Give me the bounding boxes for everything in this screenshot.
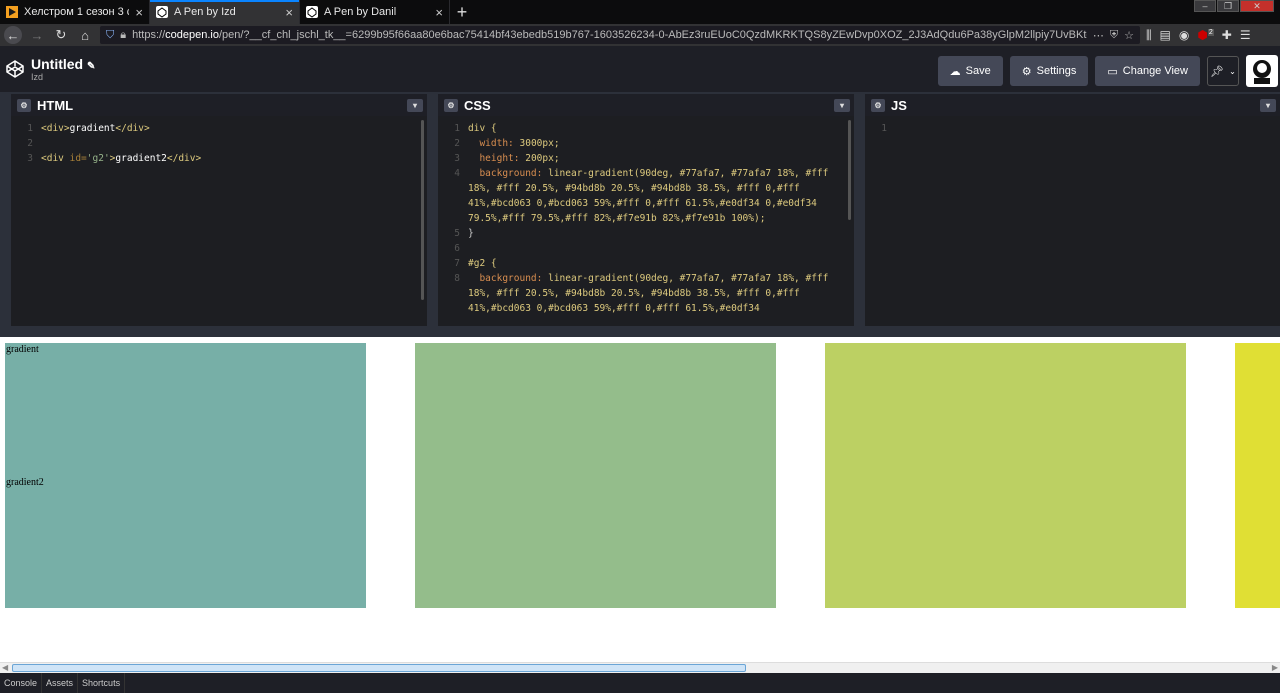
toolbar-icons: ⫼ ▤ ◉ ⬢2 ✚ ☰ [1146,28,1251,43]
bookmark-star-icon[interactable]: ☆ [1124,29,1134,42]
ublock-icon[interactable]: ⬢2 [1197,28,1214,42]
html-panel-header: ⚙ HTML ▾ [11,94,427,116]
codepen-favicon [306,6,318,18]
restore-button[interactable]: ❐ [1217,0,1239,12]
url-text: https://codepen.io/pen/?__cf_chl_jschl_t… [132,29,1087,41]
tab-pen-danil[interactable]: A Pen by Danil × [300,0,450,24]
menu-icon[interactable]: ☰ [1240,28,1251,42]
pen-author[interactable]: Izd [31,72,95,82]
user-avatar-icon [1253,60,1271,84]
console-button[interactable]: Console [0,673,43,693]
extension-badge: 2 [1207,29,1214,36]
panel-title: CSS [464,97,491,113]
extensions-icon[interactable]: ✚ [1222,28,1232,42]
gear-icon[interactable]: ⚙ [444,98,458,112]
close-window-button[interactable]: ✕ [1240,0,1274,12]
gradient-stripe [825,343,1186,608]
chevron-down-icon[interactable]: ▾ [834,99,850,112]
close-icon[interactable]: × [285,5,293,20]
gear-icon[interactable]: ⚙ [871,98,885,112]
settings-button[interactable]: ⚙ Settings [1009,56,1089,86]
html-scrollbar[interactable] [421,120,424,300]
tab-label: Хелстром 1 сезон 3 серия смотр [24,6,129,18]
gradient-stripe [415,343,776,608]
pen-title[interactable]: Untitled ✎ [31,56,95,72]
gear-icon: ⚙ [1021,65,1032,78]
assets-button[interactable]: Assets [42,673,79,693]
shortcuts-button[interactable]: Shortcuts [78,673,126,693]
tab-label: A Pen by Izd [174,6,236,18]
pocket-icon[interactable]: ⛨ [1110,29,1118,42]
codepen-logo-icon[interactable] [5,59,25,79]
editor-area: ⚙ HTML ▾ 1 <div>gradient</div> 2 3 <div id… [0,92,1280,337]
window-controls: – ❐ ✕ [1194,0,1274,14]
js-panel-header: ⚙ JS ▾ [865,94,1280,116]
layout-icon: ▭ [1107,65,1118,78]
chevron-down-icon: ⌄ [1229,66,1236,76]
forward-button[interactable]: → [28,26,46,44]
lock-icon[interactable]: 🔒︎ [120,29,126,42]
panel-title: JS [891,97,907,113]
save-button[interactable]: ☁ Save [937,56,1003,86]
gear-icon[interactable]: ⚙ [17,98,31,112]
close-icon[interactable]: × [135,5,143,20]
chevron-down-icon[interactable]: ▾ [407,99,423,112]
scroll-right-icon[interactable]: ▶ [1272,663,1278,672]
gradient-stripe [5,343,366,608]
library-icon[interactable]: ⫼ [1146,28,1152,43]
result-preview: gradient gradient2 [0,337,1280,662]
css-editor-panel: ⚙ CSS ▾ 1 div { 2 width: 3000px; 3 height… [438,94,854,326]
reload-button[interactable]: ↻ [52,26,70,44]
pin-button[interactable]: 📌︎ ⌄ [1207,56,1239,86]
sidebar-icon[interactable]: ▤ [1160,28,1171,42]
css-scrollbar[interactable] [848,120,851,220]
tab-pen-izd[interactable]: A Pen by Izd × [150,0,300,24]
html-editor-panel: ⚙ HTML ▾ 1 <div>gradient</div> 2 3 <div id… [11,94,427,326]
chevron-down-icon[interactable]: ▾ [1260,99,1276,112]
back-button[interactable]: ← [4,26,22,44]
tab-label: A Pen by Danil [324,6,397,18]
bottom-bar: Console Assets Shortcuts [0,673,1280,693]
tab-helstrom[interactable]: Хелстром 1 сезон 3 серия смотр × [0,0,150,24]
close-icon[interactable]: × [435,5,443,20]
home-button[interactable]: ⌂ [76,26,94,44]
gradient-label: gradient [6,344,39,355]
codepen-header: Untitled ✎ Izd ☁ Save ⚙ Settings ▭ Change V… [0,46,1280,92]
scrollbar-thumb[interactable] [12,664,746,672]
panel-title: HTML [37,97,74,113]
new-tab-button[interactable]: + [450,0,474,24]
scroll-left-icon[interactable]: ◀ [2,663,8,672]
video-site-favicon [6,6,18,18]
shield-icon[interactable]: ⛉ [106,29,114,42]
navigation-bar: ← → ↻ ⌂ ⛉ 🔒︎ https://codepen.io/pen/?__c… [0,24,1280,46]
css-panel-header: ⚙ CSS ▾ [438,94,854,116]
preview-horizontal-scrollbar[interactable]: ◀ ▶ [0,662,1280,673]
tab-bar: Хелстром 1 сезон 3 серия смотр × A Pen b… [0,0,1280,24]
gradient-stripe [1235,343,1280,608]
js-code[interactable]: 1 [865,116,1280,136]
gradient2-label: gradient2 [6,477,44,488]
change-view-button[interactable]: ▭ Change View [1095,56,1200,86]
browser-window: Хелстром 1 сезон 3 серия смотр × A Pen b… [0,0,1280,693]
pen-title-block: Untitled ✎ Izd [31,56,95,82]
codepen-favicon [156,6,168,18]
html-code[interactable]: 1 <div>gradient</div> 2 3 <div id='g2'>gra… [11,116,427,166]
avatar[interactable] [1246,55,1278,87]
minimize-button[interactable]: – [1194,0,1216,12]
address-bar[interactable]: ⛉ 🔒︎ https://codepen.io/pen/?__cf_chl_js… [100,26,1140,44]
js-editor-panel: ⚙ JS ▾ 1 [865,94,1280,326]
edit-pencil-icon[interactable]: ✎ [87,61,95,72]
account-icon[interactable]: ◉ [1179,28,1189,42]
css-code[interactable]: 1 div { 2 width: 3000px; 3 height: 200px;… [438,116,854,326]
cloud-icon: ☁ [949,65,961,78]
more-actions-icon[interactable]: ⋯ [1093,29,1104,42]
pin-icon: 📌︎ [1210,65,1225,78]
